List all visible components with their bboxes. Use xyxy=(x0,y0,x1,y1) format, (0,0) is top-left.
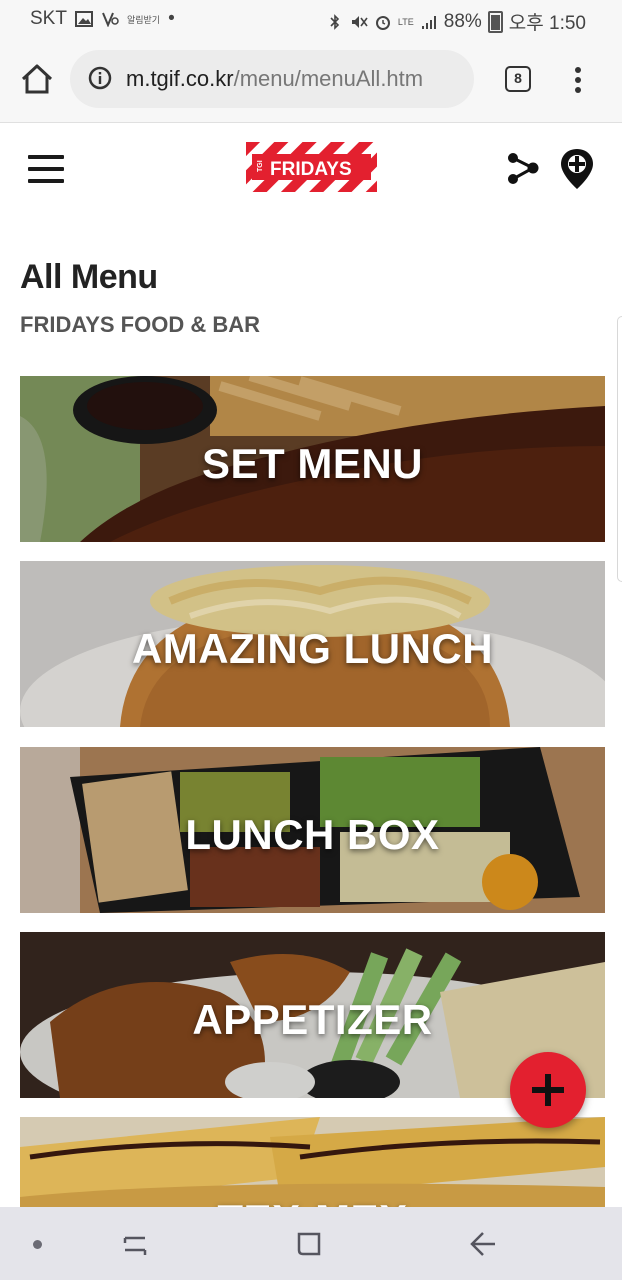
recent-apps-icon[interactable] xyxy=(120,1229,150,1259)
menu-card-set-menu[interactable]: SET MENU xyxy=(20,376,605,542)
status-bar: SKT 알림받기 • LTE 88% 오후 1:50 xyxy=(0,0,622,38)
page-subtitle: FRIDAYS FOOD & BAR xyxy=(20,312,260,337)
more-dot-icon: • xyxy=(168,8,175,29)
battery-percent: 88% xyxy=(443,10,482,32)
home-nav-icon[interactable] xyxy=(296,1231,322,1257)
back-icon[interactable] xyxy=(468,1229,498,1259)
notification-label: 알림받기 xyxy=(126,14,161,25)
clock: 오후 1:50 xyxy=(508,13,586,34)
alarm-icon xyxy=(375,15,390,30)
hamburger-menu-icon[interactable] xyxy=(28,155,64,185)
address-bar[interactable]: m.tgif.co.kr/menu/menuAll.htm xyxy=(70,50,474,108)
menu-card-amazing-lunch[interactable]: AMAZING LUNCH xyxy=(20,561,605,727)
menu-card-label: LUNCH BOX xyxy=(185,811,440,858)
menu-card-tex-mex[interactable]: TEX-MEX xyxy=(20,1117,605,1207)
network-label: LTE xyxy=(397,16,414,27)
tab-switcher-button[interactable]: 8 xyxy=(505,66,531,92)
add-fab-button[interactable] xyxy=(510,1052,586,1128)
menu-card-label: SET MENU xyxy=(201,440,423,487)
location-pin-icon[interactable] xyxy=(558,147,596,191)
volte-icon xyxy=(102,12,119,27)
menu-card-lunch-box[interactable]: LUNCH BOX xyxy=(20,747,605,913)
url-host: m.tgif.co.kr xyxy=(126,66,234,91)
share-icon[interactable] xyxy=(506,149,540,187)
bluetooth-icon xyxy=(330,13,340,30)
gallery-icon xyxy=(74,11,93,27)
site-header: TGI FRIDAYS xyxy=(0,123,622,218)
more-options-icon[interactable] xyxy=(568,64,588,96)
tgi-fridays-logo[interactable]: TGI FRIDAYS xyxy=(246,142,377,192)
info-icon[interactable] xyxy=(88,66,112,90)
home-icon[interactable] xyxy=(18,60,56,98)
browser-toolbar: m.tgif.co.kr/menu/menuAll.htm 8 xyxy=(0,38,622,123)
url-path: /menu/menuAll.htm xyxy=(233,66,424,91)
logo-prefix: TGI xyxy=(257,160,264,172)
url-text[interactable]: m.tgif.co.kr/menu/menuAll.htm xyxy=(126,66,423,92)
edge-panel-handle[interactable] xyxy=(617,316,622,582)
carrier-label: SKT xyxy=(30,8,67,29)
mute-icon xyxy=(351,15,368,28)
nav-hide-dot[interactable] xyxy=(33,1240,42,1249)
battery-icon xyxy=(487,10,503,33)
logo-text: FRIDAYS xyxy=(270,159,352,180)
menu-card-label: TEX-MEX xyxy=(20,1117,605,1207)
system-nav-bar xyxy=(0,1207,622,1280)
signal-icon xyxy=(421,15,436,29)
menu-card-label: AMAZING LUNCH xyxy=(131,625,494,672)
page-title: All Menu xyxy=(20,258,158,296)
